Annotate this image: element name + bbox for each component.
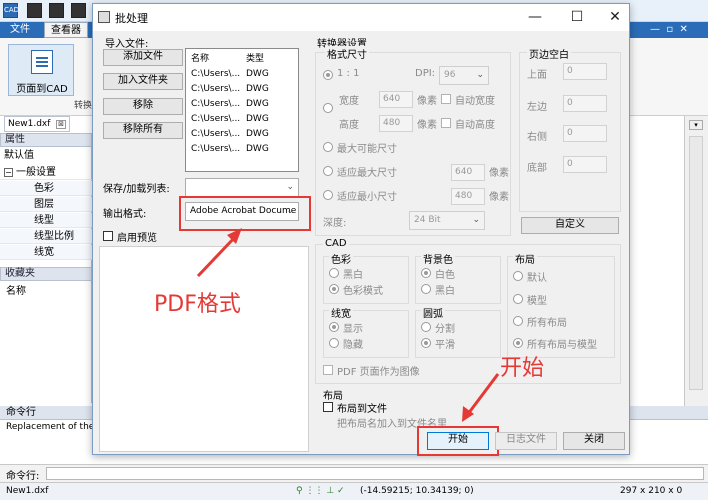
pdf-format-annotation: PDF格式	[154, 292, 241, 317]
pdf-arrow-line	[196, 234, 238, 278]
annotation-arrows	[196, 228, 500, 422]
start-annotation: 开始	[500, 356, 545, 381]
start-arrow-line	[466, 373, 500, 415]
